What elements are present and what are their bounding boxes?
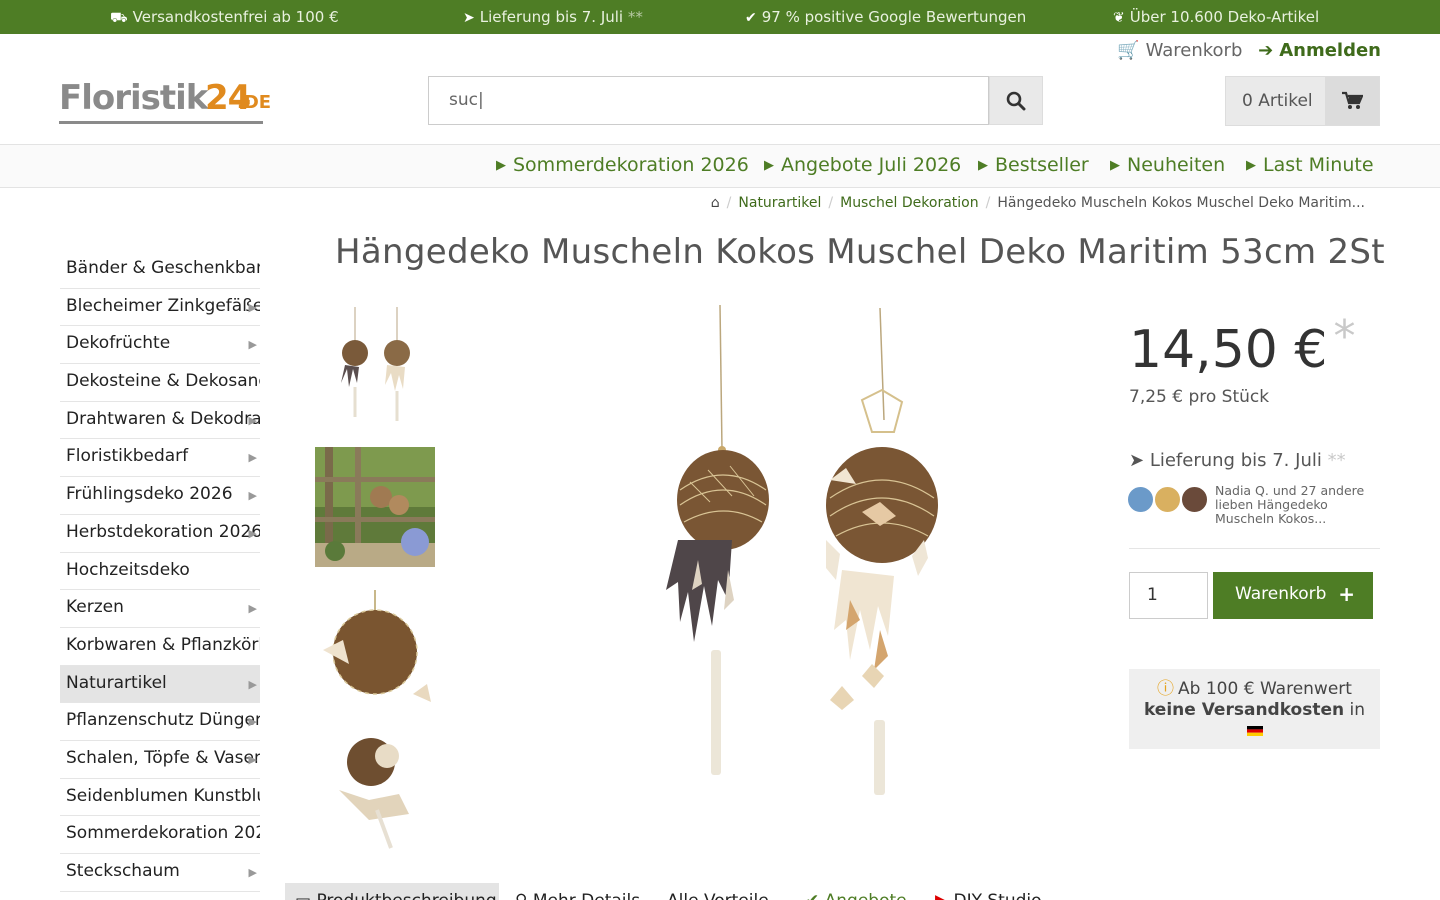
home-icon[interactable]: ⌂: [711, 195, 720, 211]
login-link[interactable]: ➔ Anmelden: [1258, 40, 1381, 61]
chevron-right-icon: ▶: [248, 338, 257, 352]
sidebar-item-steckschaum[interactable]: Steckschaum ▶: [60, 854, 260, 892]
product-tabs: ▭ Produktbeschreibung ⚲ Mehr Details All…: [285, 883, 1385, 900]
basket-count: 0 Artikel: [1242, 91, 1313, 111]
usp-bar: ⛟ Versandkostenfrei ab 100 € ➤ Lieferung b…: [0, 0, 1440, 34]
nav-item-bestseller[interactable]: ▶ Bestseller: [978, 154, 1089, 176]
sidebar-item-blecheimer[interactable]: Blecheimer Zinkgefäße ▶: [60, 289, 260, 327]
search-button[interactable]: [989, 76, 1043, 125]
unit-price: 7,25 € pro Stück: [1129, 387, 1270, 407]
sidebar-item-hochzeitsdeko[interactable]: Hochzeitsdeko: [60, 553, 260, 591]
avatar: [1127, 486, 1154, 513]
product-price: 14,50 € *: [1129, 311, 1356, 380]
sidebar-item-schalen[interactable]: Schalen, Töpfe & Vasen ▶: [60, 741, 260, 779]
chevron-right-icon: ▶: [248, 489, 257, 503]
product-thumbnail-1[interactable]: [315, 305, 435, 425]
category-sidebar: Bänder & Geschenkband Blecheimer Zinkgef…: [60, 251, 260, 892]
nav-item-sommerdekoration[interactable]: ▶ Sommerdekoration 2026: [496, 154, 749, 176]
breadcrumb-muschel-dekoration[interactable]: Muschel Dekoration: [840, 195, 979, 211]
usp-articles: ❦ Über 10.600 Deko-Artikel: [1113, 8, 1320, 26]
sidebar-item-dekosteine[interactable]: Dekosteine & Dekosand: [60, 364, 260, 402]
check-icon: ✔: [805, 891, 825, 900]
tab-angebote[interactable]: ✔ Angebote: [795, 883, 917, 900]
sidebar-item-naturartikel[interactable]: Naturartikel ▶: [60, 665, 260, 704]
add-to-cart-button[interactable]: Warenkorb +: [1213, 572, 1373, 619]
usp-free-shipping: ⛟ Versandkostenfrei ab 100 €: [110, 8, 339, 26]
product-title: Hängedeko Muscheln Kokos Muschel Deko Ma…: [335, 232, 1385, 272]
caret-right-icon: ▶: [1246, 158, 1256, 173]
file-icon: ▭: [295, 891, 316, 900]
search-input[interactable]: suc|: [428, 76, 989, 125]
product-main-image[interactable]: [580, 300, 1000, 810]
sidebar-item-floristikbedarf[interactable]: Floristikbedarf ▶: [60, 439, 260, 478]
plus-icon: +: [1338, 582, 1355, 606]
search-icon: ⚲: [515, 891, 533, 900]
paper-plane-icon: ➤: [1129, 450, 1145, 471]
nav-item-last-minute[interactable]: ▶ Last Minute: [1246, 154, 1374, 176]
caret-right-icon: ▶: [496, 158, 506, 173]
leaf-icon: ❦: [1113, 10, 1125, 26]
social-proof: Nadia Q. und 27 andere lieben Hängedeko …: [1127, 484, 1387, 528]
sidebar-item-pflanzenschutz[interactable]: Pflanzenschutz Dünger ▶: [60, 703, 260, 741]
avatar: [1181, 486, 1208, 513]
breadcrumb: ⌂ / Naturartikel / Muschel Dekoration / Hänged…: [710, 195, 1365, 211]
breadcrumb-current: Hängedeko Muscheln Kokos Muschel Deko Ma…: [997, 195, 1365, 211]
sidebar-item-herbstdekoration[interactable]: Herbstdekoration 2026 ▶: [60, 515, 260, 553]
chevron-right-icon: ▶: [248, 602, 257, 616]
chevron-right-icon: ▶: [248, 413, 257, 427]
chevron-right-icon: ▶: [248, 866, 257, 879]
sidebar-item-seidenblumen[interactable]: Seidenblumen Kunstblumen: [60, 779, 260, 817]
chevron-right-icon: ▶: [248, 752, 257, 766]
search-icon: [1006, 91, 1026, 110]
tab-alle-vorteile[interactable]: Alle Vorteile: [657, 883, 779, 900]
sidebar-item-kerzen[interactable]: Kerzen ▶: [60, 590, 260, 628]
info-icon: ⓘ: [1157, 679, 1175, 699]
sidebar-item-sommerdekoration[interactable]: Sommerdekoration 2026: [60, 816, 260, 854]
youtube-icon: ▶: [935, 891, 953, 900]
cart-link[interactable]: 🛒 Warenkorb: [1117, 40, 1242, 61]
caret-right-icon: ▶: [978, 158, 988, 173]
sign-in-icon: ➔: [1258, 40, 1274, 61]
divider: [1129, 548, 1380, 549]
paper-plane-icon: ➤: [463, 10, 475, 26]
nav-item-neuheiten[interactable]: ▶ Neuheiten: [1110, 154, 1225, 176]
tab-produktbeschreibung[interactable]: ▭ Produktbeschreibung: [285, 883, 499, 900]
sidebar-item-drahtwaren[interactable]: Drahtwaren & Dekodraht ▶: [60, 402, 260, 440]
product-thumbnail-4[interactable]: [315, 730, 435, 850]
tab-mehr-details[interactable]: ⚲ Mehr Details: [505, 883, 650, 900]
chevron-right-icon: ▶: [248, 677, 257, 691]
basket-button[interactable]: 0 Artikel: [1225, 76, 1380, 126]
sidebar-item-baender[interactable]: Bänder & Geschenkband: [60, 251, 260, 289]
germany-flag-icon: [1246, 726, 1263, 736]
delivery-info: ➤ Lieferung bis 7. Juli **: [1129, 450, 1346, 471]
check-icon: ✔: [745, 10, 757, 26]
chevron-right-icon: ▶: [248, 300, 257, 314]
caret-right-icon: ▶: [1110, 158, 1120, 173]
main-nav: ▶ Sommerdekoration 2026 ▶ Angebote Juli 20…: [0, 144, 1440, 188]
sidebar-item-korbwaren[interactable]: Korbwaren & Pflanzkörbe: [60, 628, 260, 666]
usp-reviews: ✔ 97 % positive Google Bewertungen: [745, 8, 1027, 26]
breadcrumb-naturartikel[interactable]: Naturartikel: [738, 195, 821, 211]
nav-item-angebote[interactable]: ▶ Angebote Juli 2026: [764, 154, 961, 176]
chevron-right-icon: ▶: [248, 526, 257, 540]
cart-icon: 🛒: [1117, 40, 1140, 61]
sidebar-item-dekofruechte[interactable]: Dekofrüchte ▶: [60, 326, 260, 365]
quantity-input[interactable]: 1: [1129, 572, 1208, 619]
avatar: [1154, 486, 1181, 513]
tab-diy-studio[interactable]: ▶ DIY Studio: [925, 883, 1052, 900]
usp-delivery: ➤ Lieferung bis 7. Juli **: [463, 8, 643, 26]
cart-icon: [1342, 91, 1363, 109]
product-thumbnail-3[interactable]: [315, 590, 435, 710]
product-thumbnail-2[interactable]: [315, 447, 435, 567]
site-logo[interactable]: Floristik 24 .DE: [59, 78, 271, 128]
header-links: 🛒 Warenkorb ➔ Anmelden: [1117, 40, 1381, 61]
chevron-right-icon: ▶: [248, 451, 257, 465]
caret-right-icon: ▶: [764, 158, 774, 173]
chevron-right-icon: ▶: [248, 715, 257, 729]
free-shipping-info: ⓘ Ab 100 € Warenwert keine Versandkosten …: [1129, 669, 1380, 749]
sidebar-item-fruehlingsdeko[interactable]: Frühlingsdeko 2026 ▶: [60, 477, 260, 515]
truck-icon: ⛟: [110, 10, 128, 26]
